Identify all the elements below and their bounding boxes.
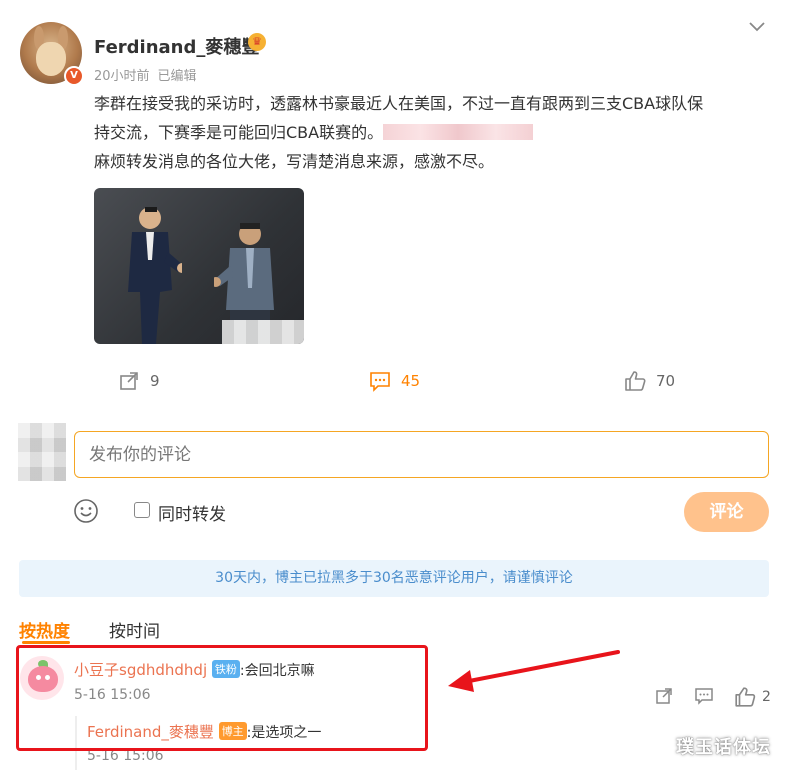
comment-like-icon bbox=[735, 687, 756, 707]
repost-checkbox[interactable] bbox=[134, 502, 150, 518]
post-text-line-1: 李群在接受我的采访时，透露林书豪最近人在美国，不过一直有跟两到三支CBA球队保 bbox=[94, 94, 704, 113]
comment-like-count: 2 bbox=[762, 689, 771, 705]
post-text: 李群在接受我的采访时，透露林书豪最近人在美国，不过一直有跟两到三支CBA球队保 … bbox=[94, 89, 774, 176]
avatar-face bbox=[36, 42, 66, 76]
comment-action[interactable]: 45 bbox=[369, 370, 420, 392]
source-watermark: 璞玉话体坛 bbox=[676, 737, 771, 758]
comment-count: 45 bbox=[401, 372, 421, 390]
emoji-icon[interactable] bbox=[73, 498, 99, 524]
like-icon bbox=[625, 371, 646, 391]
post-text-line-2-wrap: 持交流，下赛季是可能回归CBA联赛的。 bbox=[94, 118, 774, 147]
tab-by-time[interactable]: 按时间 bbox=[109, 617, 160, 642]
red-arrow-annotation bbox=[448, 650, 620, 692]
like-action[interactable]: 70 bbox=[624, 370, 675, 392]
post-image[interactable] bbox=[94, 188, 304, 344]
comment-like-action[interactable]: 2 bbox=[734, 686, 771, 708]
red-highlight-box bbox=[16, 645, 428, 751]
chevron-down-icon[interactable] bbox=[748, 20, 766, 34]
repost-count: 9 bbox=[150, 372, 160, 390]
post-text-line-3: 麻烦转发消息的各位大佬，写清楚消息来源，感激不尽。 bbox=[94, 152, 495, 171]
verified-badge: V bbox=[64, 66, 84, 86]
person-left bbox=[128, 207, 182, 344]
crown-icon: ♛ bbox=[248, 33, 266, 51]
like-count: 70 bbox=[656, 372, 676, 390]
comment-input[interactable] bbox=[74, 431, 769, 478]
submit-comment-button[interactable]: 评论 bbox=[684, 492, 769, 532]
repost-action[interactable]: 9 bbox=[118, 370, 160, 392]
comment-repost-icon[interactable] bbox=[654, 686, 674, 706]
repost-checkbox-label[interactable]: 同时转发 bbox=[158, 500, 226, 525]
author-name[interactable]: Ferdinand_麥穗豐 bbox=[94, 33, 259, 59]
repost-icon bbox=[120, 372, 138, 390]
comment-icon bbox=[370, 372, 390, 392]
image-watermark-blur bbox=[222, 320, 304, 344]
active-tab-indicator bbox=[22, 641, 70, 644]
comment-reply-icon[interactable] bbox=[694, 686, 714, 706]
redacted-link bbox=[383, 124, 534, 140]
blacklist-notice: 30天内，博主已拉黑多于30名恶意评论用户，请谨慎评论 bbox=[19, 560, 769, 597]
post-time[interactable]: 20小时前 bbox=[94, 69, 150, 84]
edited-label: 已编辑 bbox=[157, 69, 197, 84]
tab-by-hot[interactable]: 按热度 bbox=[19, 617, 70, 642]
post-meta: 20小时前 已编辑 bbox=[94, 65, 197, 84]
current-user-avatar bbox=[18, 423, 66, 481]
post-text-line-2: 持交流，下赛季是可能回归CBA联赛的。 bbox=[94, 123, 384, 142]
